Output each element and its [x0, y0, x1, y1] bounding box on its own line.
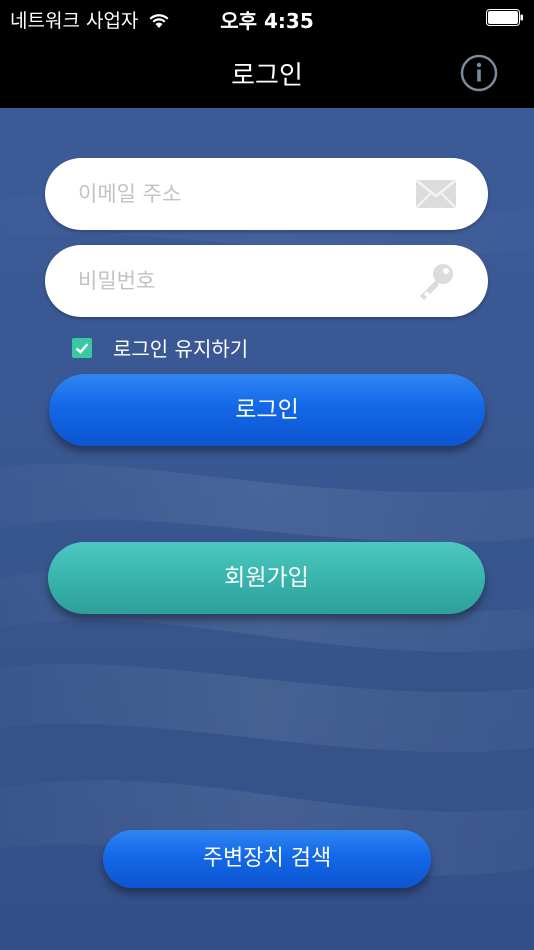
password-field [45, 245, 488, 317]
checkmark-icon [75, 342, 89, 354]
remember-label: 로그인 유지하기 [113, 337, 249, 361]
status-time: 오후 4:35 [220, 9, 314, 33]
password-input[interactable] [78, 245, 398, 317]
info-icon[interactable] [460, 54, 498, 92]
login-content: 로그인 유지하기 로그인 회원가입 주변장치 검색 [0, 108, 534, 950]
remember-checkbox[interactable] [72, 337, 92, 358]
battery-icon [486, 9, 523, 26]
wave-background [0, 193, 534, 876]
navigation-bar: 로그인 [0, 36, 534, 108]
status-bar: 네트워크 사업자 오후 4:35 [0, 0, 534, 36]
remember-login-toggle[interactable]: 로그인 유지하기 [72, 333, 248, 362]
scan-devices-button[interactable]: 주변장치 검색 [103, 830, 431, 888]
login-button[interactable]: 로그인 [49, 374, 485, 446]
page-title: 로그인 [231, 61, 303, 91]
email-input[interactable] [78, 158, 398, 230]
key-icon [420, 264, 453, 300]
email-field [45, 158, 488, 230]
envelope-icon [415, 179, 457, 209]
signup-button[interactable]: 회원가입 [48, 542, 485, 614]
